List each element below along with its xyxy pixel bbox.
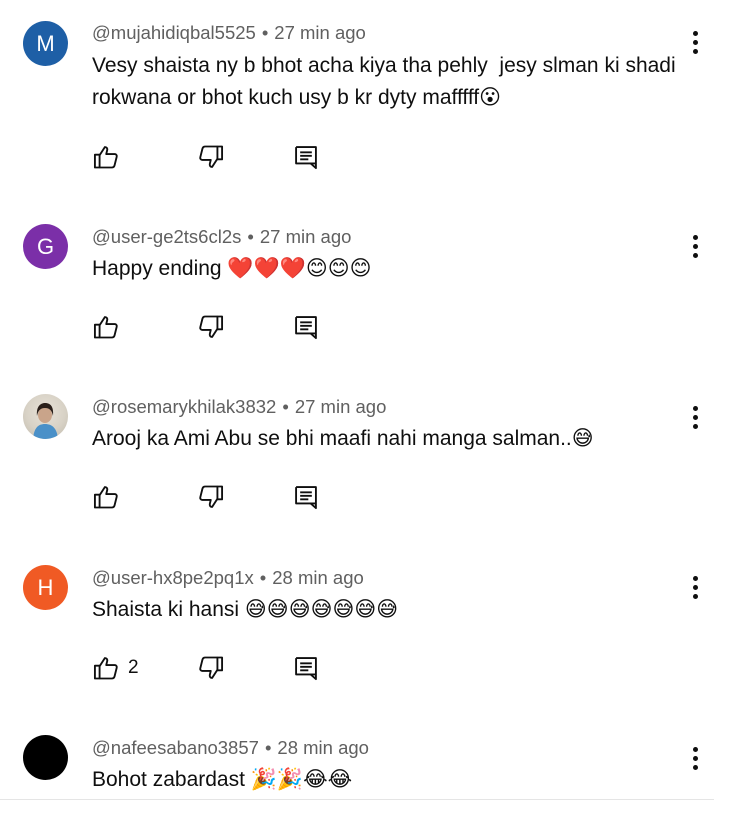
profile-photo [33,403,58,439]
comment-time[interactable]: 28 min ago [272,567,364,588]
meta-separator: • [247,226,254,247]
dislike-button[interactable] [197,483,225,511]
like-button[interactable] [92,483,128,511]
more-vert-icon[interactable] [682,570,708,604]
comment-text: Bohot zabardast 🎉🎉😂😂 [92,768,353,791]
reply-button[interactable] [292,483,320,511]
meta-separator: • [259,567,267,588]
comment-actions: 2 [92,654,332,682]
reply-icon [295,146,317,170]
author-handle[interactable]: @user-ge2ts6cl2s [92,226,241,247]
comment-text: Arooj ka Ami Abu se bhi maafi nahi manga… [92,427,594,450]
thumbs-up-icon [93,486,118,509]
comment-meta: @user-hx8pe2pq1x • 28 min ago [92,567,364,589]
reply-icon [295,657,317,681]
comment-text: Vesy shaista ny b bhot acha kiya tha peh… [92,54,682,109]
dislike-button[interactable] [197,143,225,171]
meta-separator: • [282,396,289,417]
meta-separator: • [264,737,272,758]
comment-actions [92,143,332,171]
like-button[interactable] [92,143,128,171]
comment-text: Happy ending ❤️❤️❤️😊😊😊 [92,257,372,280]
author-handle[interactable]: @user-hx8pe2pq1x [92,567,254,588]
comment-time[interactable]: 28 min ago [277,737,369,758]
like-count: 2 [128,657,139,678]
thumbs-down-icon [199,145,224,168]
comment-time[interactable]: 27 min ago [274,22,366,43]
reply-button[interactable] [292,143,320,171]
dislike-button[interactable] [197,313,225,341]
meta-separator: • [261,22,269,43]
avatar[interactable]: H [23,565,68,610]
more-vert-icon[interactable] [682,400,708,434]
more-vert-icon[interactable] [682,229,708,263]
comment-actions [92,313,332,341]
author-handle[interactable]: @rosemarykhilak3832 [92,396,276,417]
comment-meta: @rosemarykhilak3832 • 27 min ago [92,396,386,418]
more-vert-icon[interactable] [682,741,708,775]
avatar[interactable]: M [23,21,68,66]
more-vert-icon[interactable] [682,25,708,59]
thumbs-up-icon [93,657,118,680]
like-button[interactable]: 2 [92,654,139,682]
avatar[interactable] [23,735,68,780]
comment-time[interactable]: 27 min ago [260,226,352,247]
dislike-button[interactable] [197,654,225,682]
comment-meta: @mujahidiqbal5525 • 27 min ago [92,22,366,44]
reply-button[interactable] [292,654,320,682]
comment-actions [92,483,332,511]
comment-meta: @user-ge2ts6cl2s • 27 min ago [92,226,351,248]
thumbs-down-icon [199,315,224,338]
reply-button[interactable] [292,313,320,341]
reply-icon [295,486,317,510]
reply-icon [295,316,317,340]
thumbs-up-icon [93,146,118,169]
thumbs-down-icon [199,656,224,679]
comment-time[interactable]: 27 min ago [295,396,387,417]
avatar[interactable] [23,394,68,439]
comment-meta: @nafeesabano3857 • 28 min ago [92,737,369,759]
thumbs-up-icon [93,316,118,339]
like-button[interactable] [92,313,128,341]
author-handle[interactable]: @nafeesabano3857 [92,737,259,758]
comment-text: Shaista ki hansi 😅😅😅😅😅😅😅 [92,598,399,621]
author-handle[interactable]: @mujahidiqbal5525 [92,22,256,43]
thumbs-down-icon [199,485,224,508]
avatar[interactable]: G [23,224,68,269]
bottom-divider [0,799,714,800]
